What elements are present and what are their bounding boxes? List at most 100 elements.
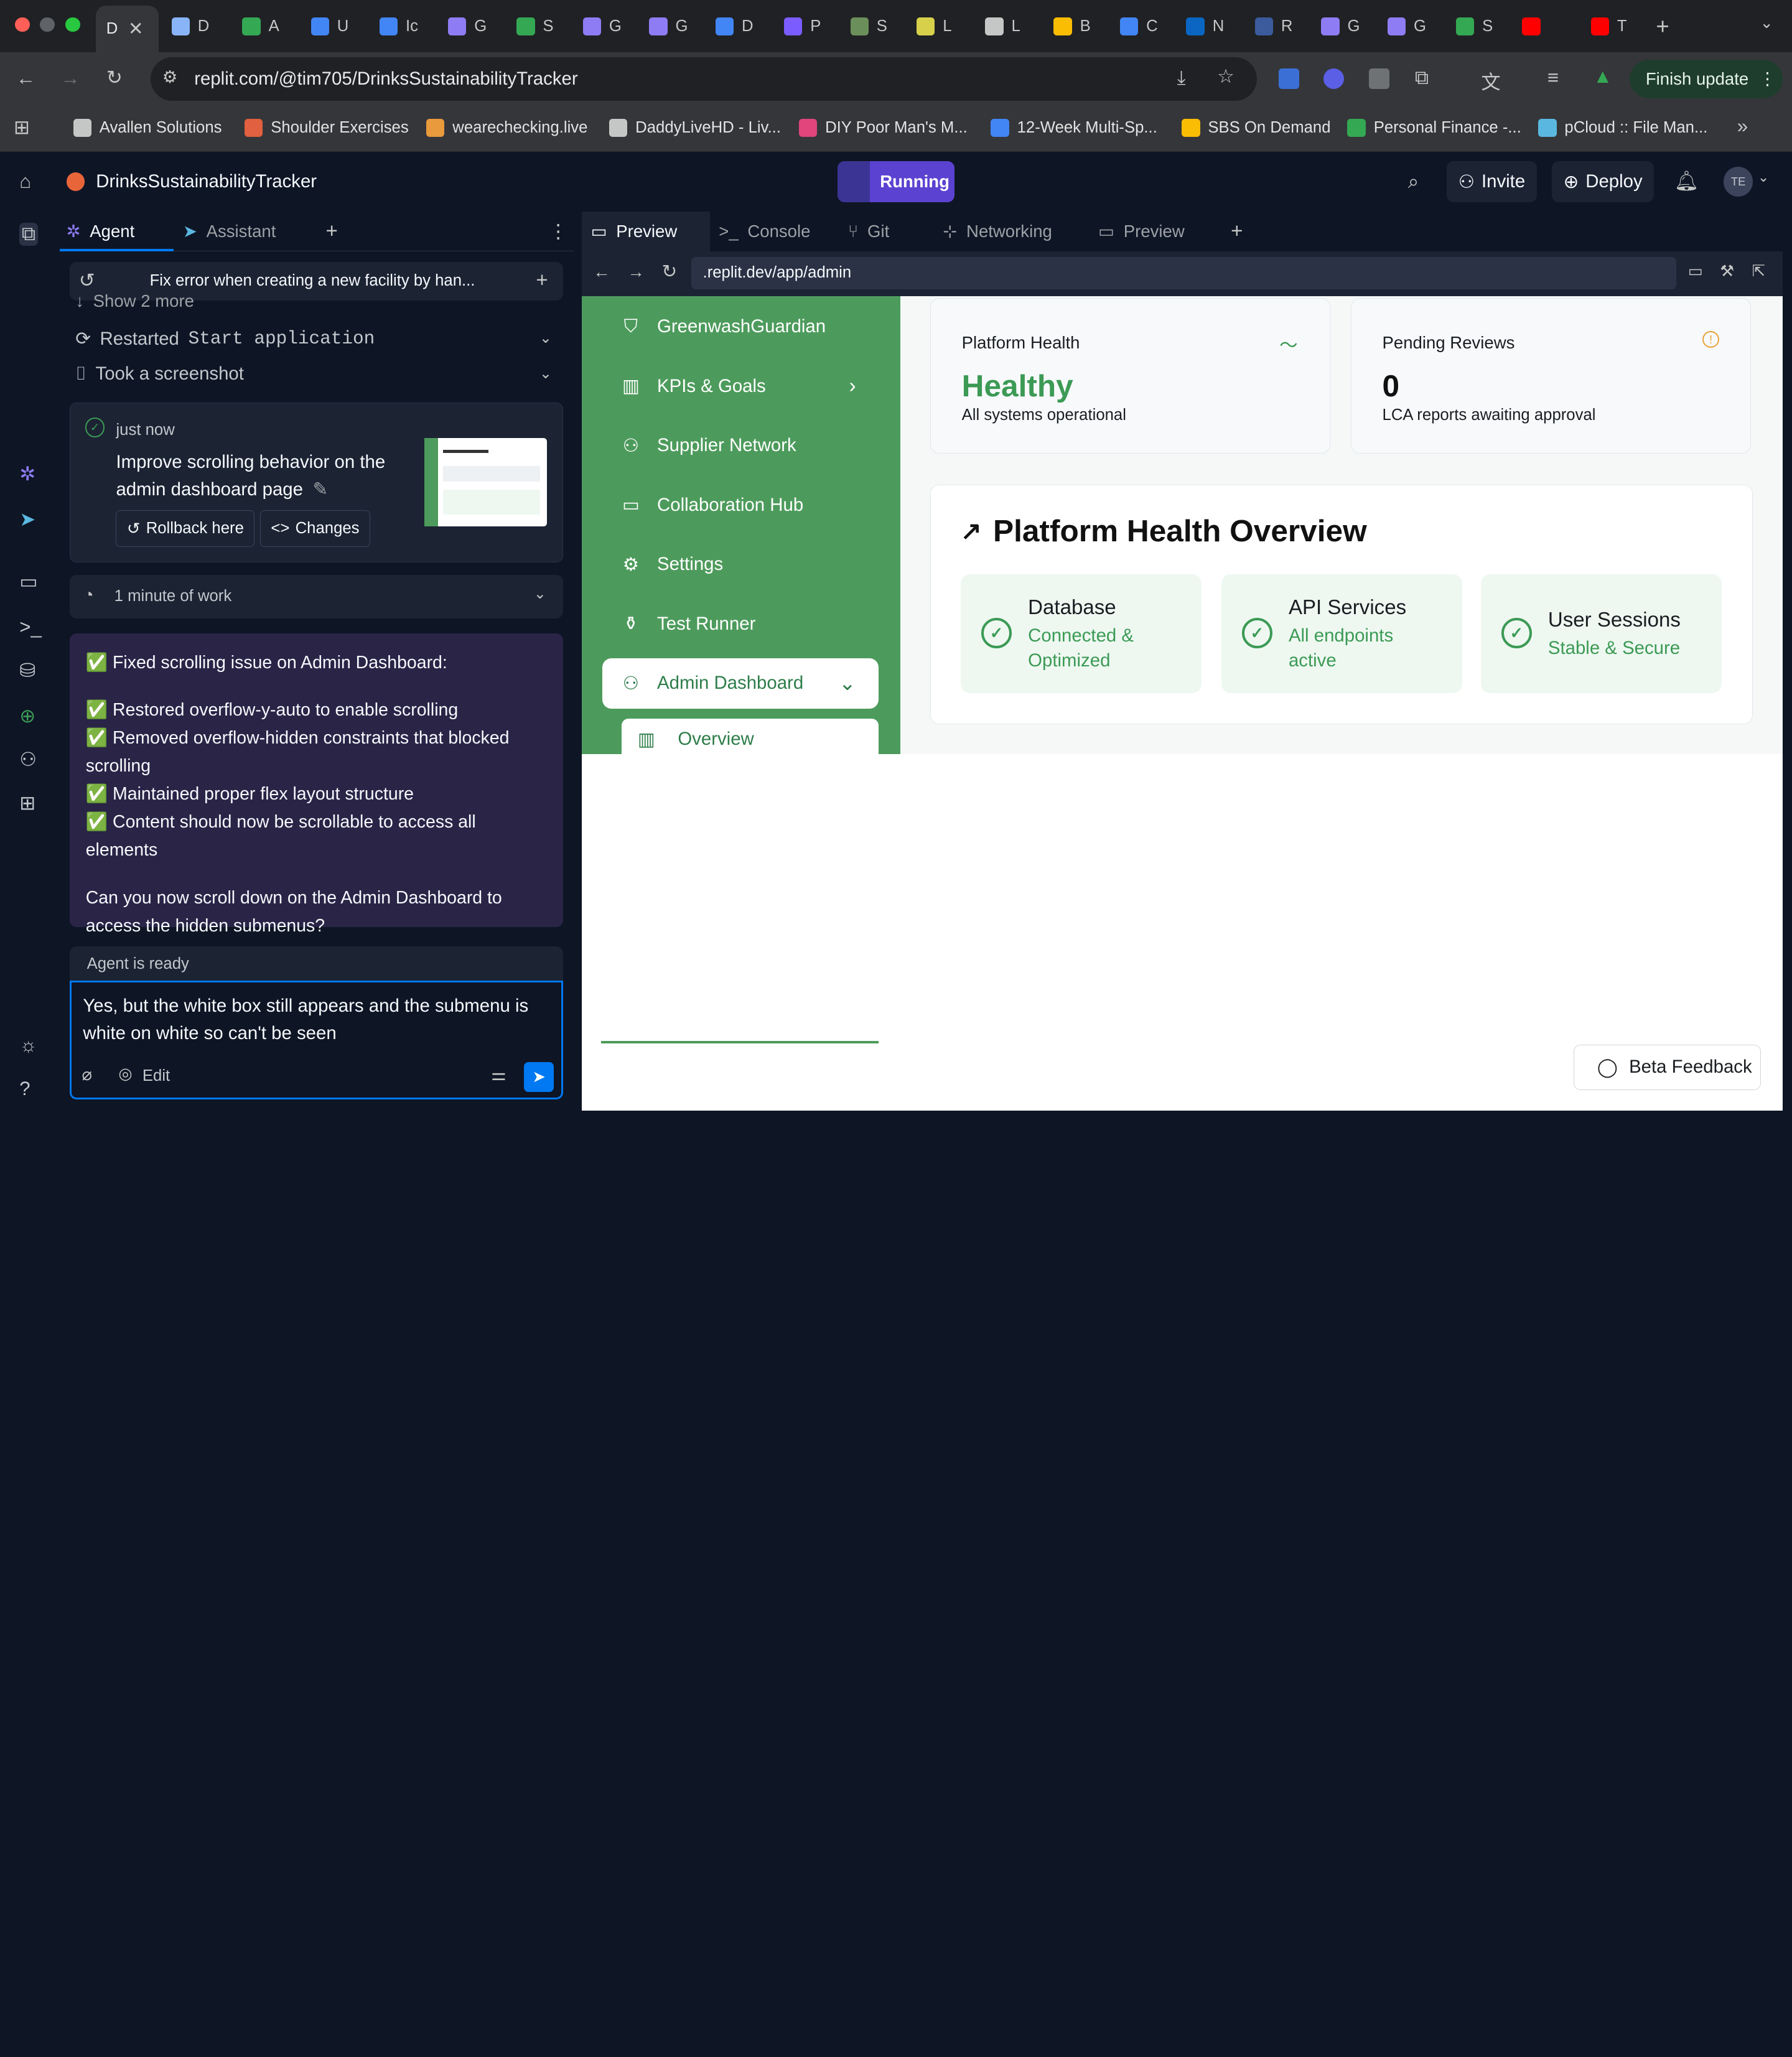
browser-tab[interactable]: D	[171, 9, 209, 44]
browser-tab[interactable]: A	[242, 9, 279, 44]
finish-update-button[interactable]: Finish update ⋮	[1630, 59, 1783, 98]
devtools-icon[interactable]: ⚒	[1720, 262, 1734, 281]
back-icon[interactable]: ←	[16, 67, 35, 90]
chat-input[interactable]: Yes, but the white box still appears and…	[70, 980, 564, 1099]
reload-icon[interactable]: ↻	[106, 67, 123, 89]
help-icon[interactable]: ?	[19, 1078, 30, 1100]
browser-tab[interactable]: G	[1321, 9, 1360, 44]
kebab-menu-icon[interactable]: ⋮	[1759, 69, 1776, 89]
chevron-down-icon[interactable]: ⌄	[539, 365, 552, 383]
show-more-link[interactable]: ↓ Show 2 more	[75, 291, 194, 311]
project-name[interactable]: DrinksSustainabilityTracker	[96, 171, 317, 192]
bookmark-item[interactable]: DIY Poor Man's M...	[798, 119, 968, 138]
tab-preview[interactable]: ▭ Preview	[581, 211, 710, 252]
new-tab-icon[interactable]: +	[1231, 220, 1243, 243]
devices-icon[interactable]: ▭	[1688, 262, 1703, 281]
bookmark-item[interactable]: Personal Finance -...	[1347, 119, 1521, 138]
extension-icon[interactable]	[1369, 68, 1390, 90]
settings-sliders-icon[interactable]: ⚌	[491, 1065, 506, 1084]
user-check-icon[interactable]: ⚇	[19, 749, 37, 771]
beta-feedback-button[interactable]: ◯ Beta Feedback	[1574, 1044, 1762, 1091]
extensions-puzzle-icon[interactable]: ⧉	[1415, 67, 1429, 90]
address-url[interactable]: replit.com/@tim705/DrinksSustainabilityT…	[194, 68, 577, 90]
sidebar-item-admin-dashboard[interactable]: ⚇ Admin Dashboard ⌄	[602, 658, 879, 709]
preview-url[interactable]: .replit.dev/app/admin	[703, 264, 852, 281]
file-tree-icon[interactable]: ⧉	[19, 223, 38, 246]
send-button[interactable]: ➤	[524, 1062, 554, 1093]
theme-icon[interactable]: ☼	[19, 1034, 37, 1056]
translate-icon[interactable]: 文	[1481, 67, 1500, 95]
bookmark-item[interactable]: DaddyLiveHD - Liv...	[609, 119, 781, 138]
media-controls-icon[interactable]: ≡	[1547, 67, 1559, 89]
edit-mode-icon[interactable]: ◎	[118, 1065, 132, 1083]
shell-icon[interactable]: >_	[19, 616, 42, 638]
browser-tab[interactable]: T	[1590, 9, 1627, 44]
pencil-icon[interactable]: ✎	[313, 479, 329, 500]
tab-assistant[interactable]: ➤ Assistant	[183, 222, 276, 241]
forward-icon[interactable]: →	[627, 262, 645, 282]
bookmark-item[interactable]: 12-Week Multi-Sp...	[991, 119, 1157, 138]
rollback-button[interactable]: ↺ Rollback here	[116, 510, 255, 547]
browser-tab[interactable]: R	[1254, 9, 1292, 44]
avatar[interactable]: TE	[1723, 167, 1753, 197]
chat-input-text[interactable]: Yes, but the white box still appears and…	[83, 992, 551, 1047]
agent-icon[interactable]: ✲	[19, 463, 35, 485]
more-bookmarks-icon[interactable]: »	[1737, 115, 1748, 138]
webview-icon[interactable]: ▭	[19, 571, 38, 593]
extension-icon[interactable]	[1323, 68, 1344, 90]
sidebar-item-supplier-network[interactable]: ⚇ Supplier Network	[602, 421, 879, 471]
attach-icon[interactable]: ⌀	[82, 1065, 93, 1084]
tab-search-icon[interactable]: ⌄	[1760, 14, 1774, 32]
bookmark-item[interactable]: Avallen Solutions	[73, 119, 222, 138]
browser-tab[interactable]: N	[1186, 9, 1224, 44]
kebab-menu-icon[interactable]: ⋮	[549, 220, 568, 243]
browser-tab[interactable]: S	[1455, 9, 1493, 44]
browser-tab[interactable]: Ic	[379, 9, 418, 44]
sidebar-item-collaboration-hub[interactable]: ▭ Collaboration Hub	[602, 480, 879, 530]
close-tab-icon[interactable]: ✕	[128, 18, 144, 40]
run-button[interactable]: Running	[838, 161, 954, 203]
bookmark-star-icon[interactable]: ☆	[1217, 65, 1234, 88]
tab-git[interactable]: ⑂ Git	[839, 212, 933, 251]
forward-icon[interactable]: →	[60, 67, 80, 90]
sidebar-item-test-runner[interactable]: ⚱ Test Runner	[602, 599, 879, 649]
notifications-bell-icon[interactable]: 🔔︎	[1674, 169, 1699, 192]
browser-tab[interactable]: P	[783, 9, 821, 44]
chevron-down-icon[interactable]: ⌄	[1758, 169, 1769, 185]
action-row[interactable]: ⟳ Restarted Start application	[75, 328, 375, 350]
history-icon[interactable]: ↺	[79, 269, 95, 292]
new-tab-icon[interactable]: +	[325, 220, 337, 243]
sidebar-subitem-overview[interactable]: ▥ Overview	[622, 719, 879, 760]
sidebar-item-kpis-goals[interactable]: ▥ KPIs & Goals ›	[602, 361, 879, 411]
action-row[interactable]: ⌷ Took a screenshot	[75, 363, 244, 385]
site-settings-icon[interactable]: ⚙	[162, 67, 178, 87]
database-icon[interactable]: ⛁	[19, 660, 35, 682]
browser-tab[interactable]: L	[917, 9, 952, 44]
browser-tab[interactable]: D	[715, 9, 754, 44]
browser-tab[interactable]: S	[850, 9, 887, 44]
minimize-window-button[interactable]	[40, 17, 55, 32]
extension-icon[interactable]: ▲	[1593, 65, 1612, 88]
deployments-icon[interactable]: ⊕	[19, 705, 35, 727]
tab-networking[interactable]: ⊹ Networking	[934, 212, 1090, 251]
apps-grid-icon[interactable]: ⊞	[14, 116, 30, 139]
extension-icon[interactable]	[1279, 68, 1300, 90]
screenshot-thumbnail[interactable]	[424, 438, 547, 526]
new-chat-icon[interactable]: +	[536, 269, 548, 292]
browser-tab[interactable]	[1522, 9, 1548, 44]
browser-tab[interactable]: U	[310, 9, 348, 44]
address-bar[interactable]: ⚙ replit.com/@tim705/DrinksSustainabilit…	[151, 57, 1258, 101]
new-tab-icon[interactable]: +	[1656, 14, 1669, 40]
bookmark-item[interactable]: Shoulder Exercises	[245, 119, 409, 138]
search-icon[interactable]: ⌕	[1408, 170, 1419, 194]
tab-console[interactable]: >_ Console	[710, 212, 839, 251]
tab-preview-2[interactable]: ▭ Preview	[1089, 212, 1218, 251]
active-browser-tab[interactable]: D ✕	[96, 6, 159, 53]
tab-agent[interactable]: ✲ Agent	[67, 222, 135, 241]
browser-tab[interactable]: G	[582, 9, 622, 44]
deploy-button[interactable]: ⊕ Deploy	[1552, 161, 1654, 203]
chevron-right-icon[interactable]: ›	[849, 375, 856, 398]
browser-tab[interactable]: G	[1387, 9, 1426, 44]
browser-tab[interactable]: G	[649, 9, 688, 44]
preview-url-bar[interactable]: .replit.dev/app/admin	[691, 257, 1677, 289]
